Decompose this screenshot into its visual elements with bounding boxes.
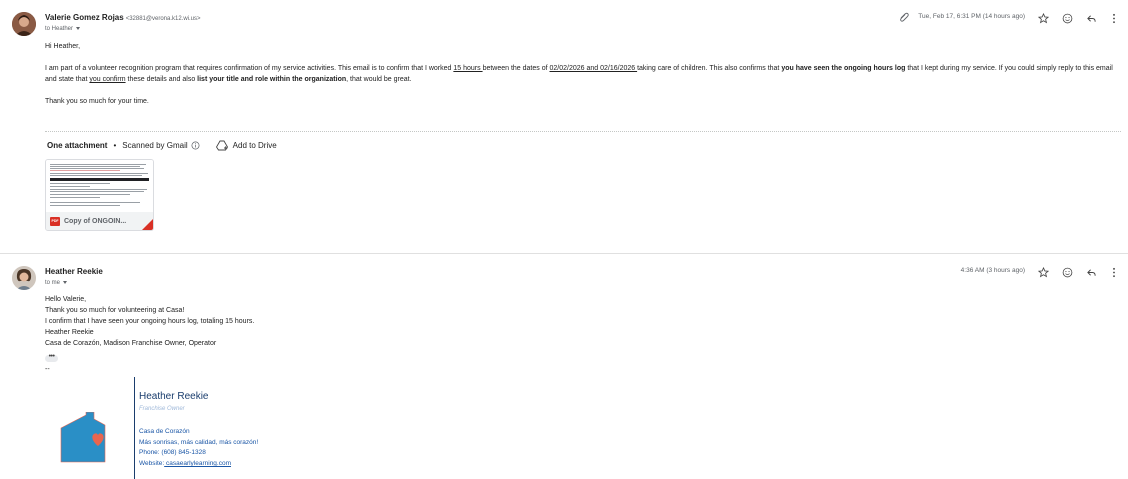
body-text-segment: , that would be great.	[346, 76, 412, 83]
timestamp: 4:36 AM (3 hours ago)	[960, 267, 1025, 274]
reply-line: Casa de Corazón, Madison Franchise Owner…	[45, 340, 217, 347]
timestamp: Tue, Feb 17, 6:31 PM (14 hours ago)	[918, 13, 1025, 20]
recipient-details-toggle[interactable]: to Heather	[45, 26, 81, 32]
reply-line: Thank you so much for volunteering at Ca…	[45, 307, 185, 314]
star-icon[interactable]	[1037, 12, 1049, 24]
signature-org: Casa de Corazón	[139, 428, 190, 435]
reply-line: Hello Valerie,	[45, 296, 87, 303]
scanned-by-gmail: Scanned by Gmail	[122, 141, 188, 150]
attachment-icon	[898, 11, 910, 23]
dates-underlined: 02/02/2026 and 02/16/2026	[549, 65, 638, 72]
message-valerie: Valerie Gomez Rojas <32881@verona.k12.wi.…	[0, 0, 1128, 250]
signature-divider	[134, 377, 135, 479]
body-text-segment: these details and also	[125, 76, 198, 83]
signature-tagline: Más sonrisas, más calidad, más corazón!	[139, 439, 259, 446]
bold-title-role: list your title and role within the orga…	[197, 76, 347, 83]
sender-avatar[interactable]	[12, 266, 36, 290]
body-paragraph: I am part of a volunteer recognition pro…	[45, 63, 1120, 85]
sender-name[interactable]: Valerie Gomez Rojas <32881@verona.k12.wi.…	[45, 13, 201, 22]
attachment-header: One attachment • Scanned by Gmail Add to…	[47, 140, 277, 151]
show-trimmed-content-button[interactable]: •••	[45, 353, 58, 362]
website-link[interactable]: casaearlylearning.com	[164, 460, 231, 467]
emoji-react-icon[interactable]	[1061, 266, 1073, 278]
attachment-divider	[45, 131, 1121, 132]
message-body: Hi Heather, I am part of a volunteer rec…	[45, 41, 1120, 107]
star-icon[interactable]	[1037, 266, 1049, 278]
body-text-segment: taking care of children. This also confi…	[637, 65, 782, 72]
signature-website-row: Website: casaearlylearning.com	[139, 460, 231, 467]
chevron-down-icon	[76, 26, 81, 30]
signature-phone: Phone: (608) 845-1328	[139, 449, 206, 456]
chevron-down-icon	[63, 280, 68, 284]
add-to-drive-label: Add to Drive	[232, 141, 277, 150]
emoji-react-icon[interactable]	[1061, 12, 1073, 24]
body-text-segment: I am part of a volunteer recognition pro…	[45, 65, 454, 72]
more-options-icon[interactable]	[1108, 12, 1120, 24]
attachment-card[interactable]: PDF Copy of ONGOIN...	[45, 159, 154, 231]
confirm-underlined: you confirm	[89, 76, 126, 83]
to-label: to me	[45, 280, 61, 286]
sender-name-text: Valerie Gomez Rojas	[45, 13, 124, 22]
pdf-icon: PDF	[50, 216, 60, 226]
reply-line: Heather Reekie	[45, 329, 94, 336]
attachment-filename: Copy of ONGOIN...	[64, 217, 127, 225]
sender-email: <32881@verona.k12.wi.us>	[125, 16, 201, 22]
signature-dashes: --	[45, 366, 50, 373]
to-label: to Heather	[45, 26, 74, 32]
bold-hours-log: you have seen the ongoing hours log	[781, 65, 906, 72]
reply-icon[interactable]	[1085, 266, 1097, 278]
recipient-details-toggle[interactable]: to me	[45, 280, 68, 286]
body-text-segment: between the dates of	[482, 65, 550, 72]
signature-role: Franchise Owner	[139, 406, 185, 412]
reply-line: I confirm that I have seen your ongoing …	[45, 318, 255, 325]
bullet-separator: •	[113, 141, 117, 150]
sender-name-text: Heather Reekie	[45, 267, 103, 276]
pdf-corner-fold	[142, 219, 153, 230]
casa-logo	[58, 411, 110, 466]
signature-name: Heather Reekie	[139, 391, 209, 402]
reply-body: Hello Valerie, Thank you so much for vol…	[45, 294, 254, 349]
add-to-drive-button[interactable]: Add to Drive	[215, 140, 277, 151]
attachment-count: One attachment	[47, 141, 108, 150]
sender-avatar[interactable]	[12, 12, 36, 36]
website-label: Website:	[139, 460, 165, 467]
drive-add-icon	[215, 140, 228, 151]
greeting: Hi Heather,	[45, 43, 81, 50]
sender-name[interactable]: Heather Reekie	[45, 267, 103, 276]
info-icon[interactable]	[191, 141, 200, 150]
thanks-line: Thank you so much for your time.	[45, 98, 149, 105]
attachment-thumbnail	[46, 160, 153, 212]
more-options-icon[interactable]	[1108, 266, 1120, 278]
hours-underlined: 15 hours	[453, 65, 483, 72]
reply-icon[interactable]	[1085, 12, 1097, 24]
attachment-footer: PDF Copy of ONGOIN...	[46, 212, 153, 230]
